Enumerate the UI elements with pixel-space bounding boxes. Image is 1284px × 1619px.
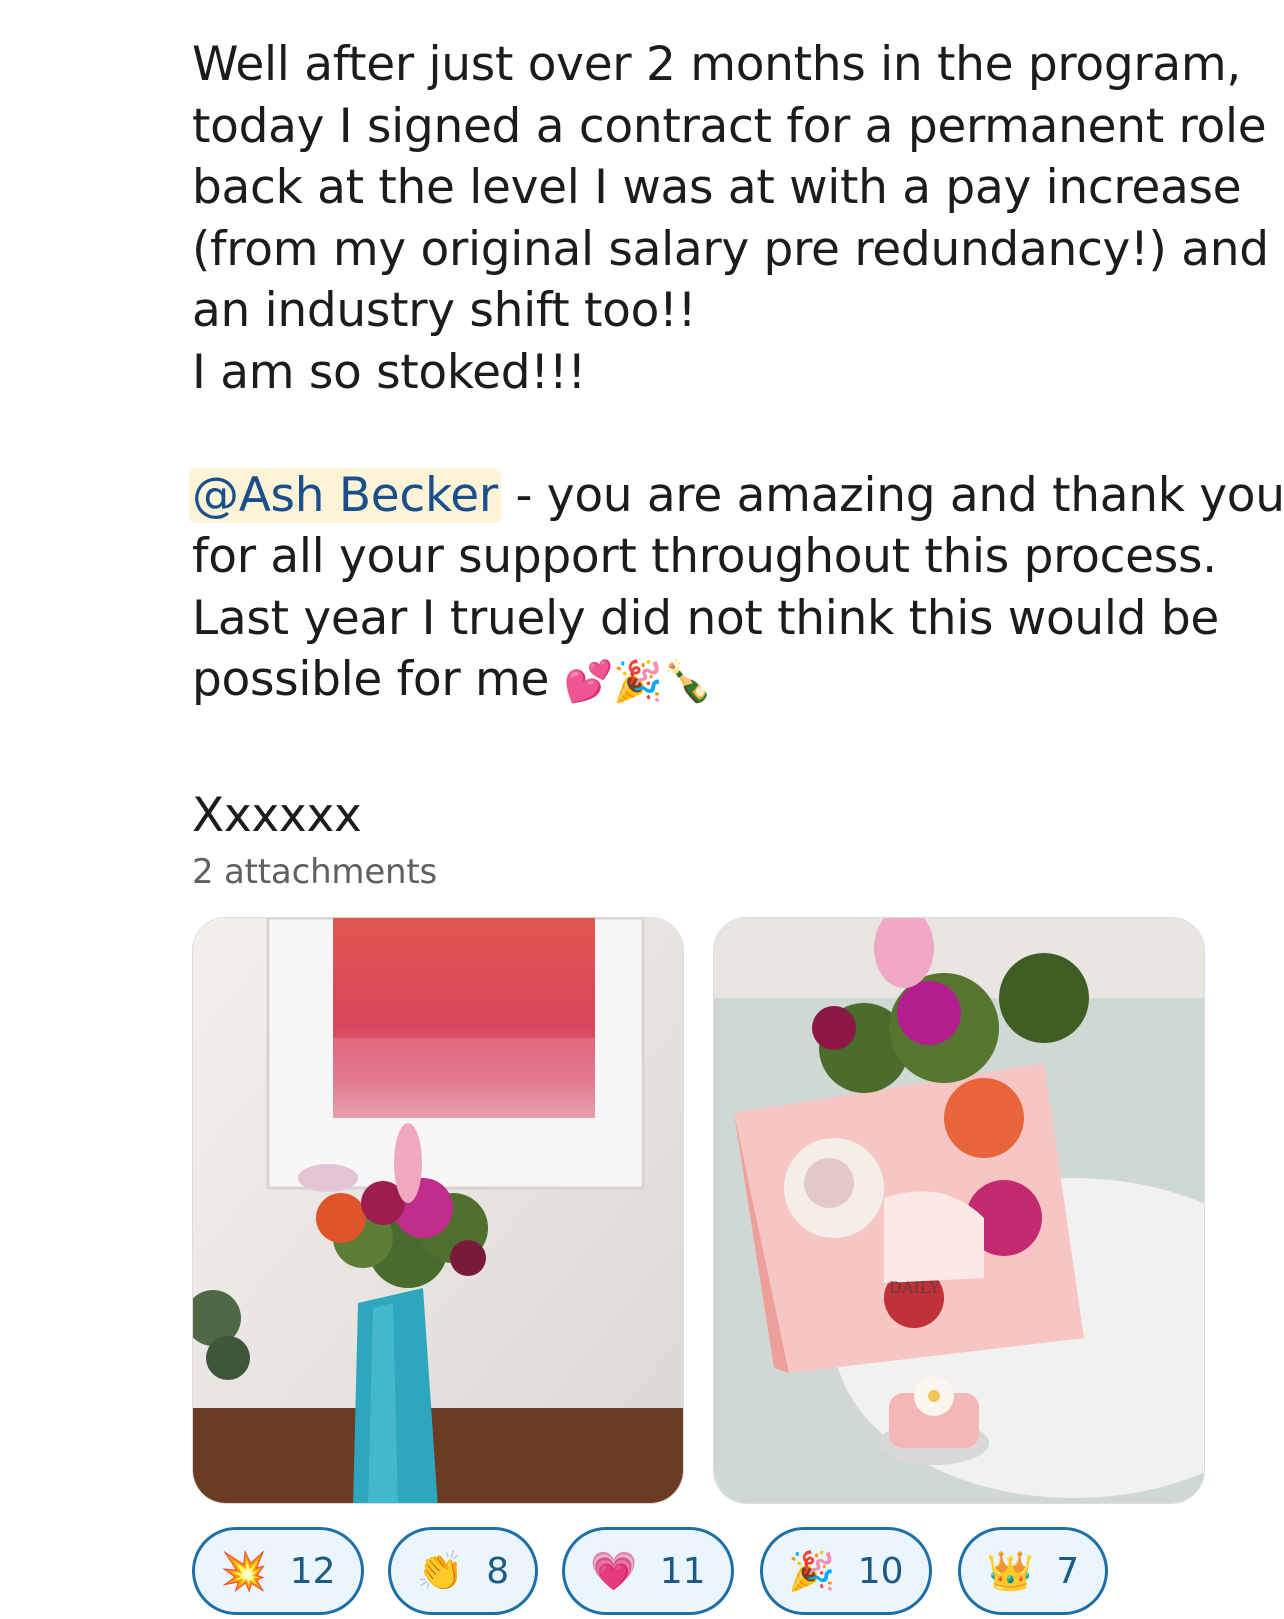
message-line: Well after just over 2 months in the pro… [192, 37, 1242, 92]
attachments-count-label[interactable]: 2 attachments [192, 852, 437, 892]
message-line: today I signed a contract for a permanen… [192, 98, 1267, 154]
message-line: back at the level I was at with a pay in… [192, 160, 1242, 215]
svg-text:DAILY: DAILY [889, 1278, 940, 1297]
message-line: (from my original salary pre redundancy!… [192, 221, 1269, 277]
reaction-button-heart[interactable]: 💗 11 [562, 1527, 734, 1615]
reaction-button-party[interactable]: 🎉 10 [760, 1527, 932, 1615]
mention-text: - you are amazing and thank you [500, 467, 1284, 523]
message-line: an industry shift too!! [192, 283, 697, 338]
reaction-count: 11 [659, 1550, 706, 1592]
attachment-image-vase[interactable] [192, 917, 684, 1504]
reaction-count: 7 [1056, 1550, 1080, 1592]
message-text: possible for me [192, 652, 564, 707]
message-line: for all your support throughout this pro… [192, 529, 1217, 584]
reaction-count: 8 [486, 1550, 510, 1592]
clap-emoji-icon: 👏 [416, 1548, 465, 1593]
crown-emoji-icon: 👑 [986, 1548, 1035, 1593]
message-signoff: Xxxxxx [192, 788, 362, 843]
reaction-button-clap[interactable]: 👏 8 [388, 1527, 538, 1615]
user-mention-link[interactable]: @Ash Becker [189, 467, 501, 523]
vase-photo-illustration [193, 918, 683, 1503]
celebration-emoji-icons: 💕🎉🍾 [563, 659, 713, 705]
reaction-button-crown[interactable]: 👑 7 [958, 1527, 1108, 1615]
message-line: Last year I truely did not think this wo… [192, 590, 1219, 646]
message-body: Well after just over 2 months in the pro… [189, 34, 1284, 847]
collision-emoji-icon: 💥 [220, 1548, 268, 1593]
reaction-count: 10 [857, 1550, 904, 1592]
reaction-count: 12 [289, 1550, 336, 1592]
message-line: I am so stoked!!! [192, 344, 586, 400]
heart-emoji-icon: 💗 [590, 1548, 638, 1593]
bouquet-photo-illustration: DAILY [714, 918, 1204, 1503]
message-line: @Ash Becker - you are amazing and thank … [189, 465, 1284, 527]
party-popper-emoji-icon: 🎉 [788, 1548, 836, 1593]
attachment-image-bouquet[interactable]: DAILY [713, 917, 1205, 1504]
message-line: possible for me 💕🎉🍾 [192, 649, 1252, 714]
reaction-button-collision[interactable]: 💥 12 [192, 1527, 364, 1615]
